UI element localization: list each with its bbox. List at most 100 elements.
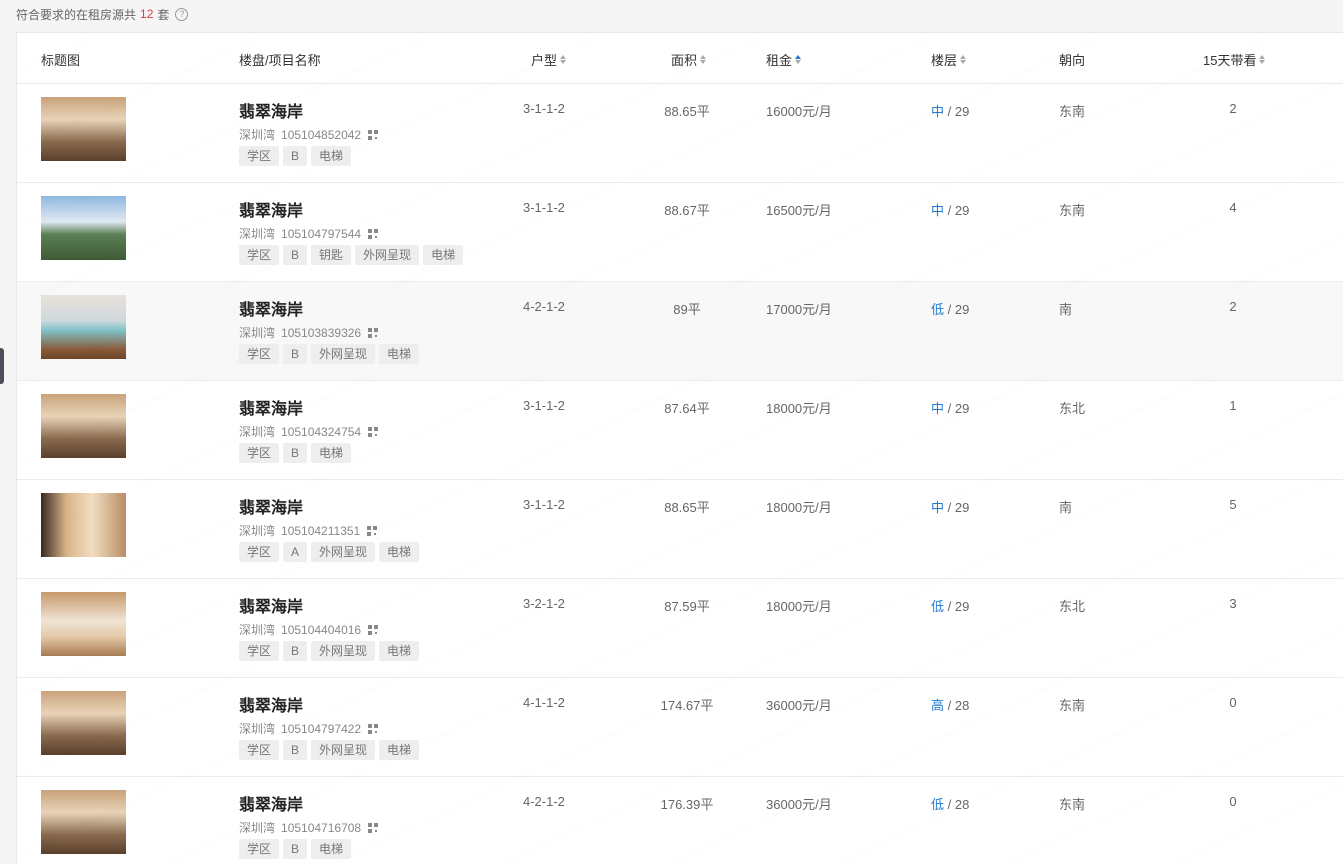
area-cell: 89平 <box>673 302 701 317</box>
floor-cell: 低 / 28 <box>931 794 969 813</box>
layout-cell: 3-2-1-2 <box>523 596 565 611</box>
question-circle-icon[interactable]: ? <box>175 7 189 21</box>
tag: 钥匙 <box>311 245 352 265</box>
listing-meta: 深圳湾 105104797422 <box>239 720 379 737</box>
orientation-cell: 南 <box>1059 500 1073 515</box>
col-layout[interactable]: 户型 <box>531 50 567 69</box>
table-row[interactable]: 翡翠海岸 深圳湾 105104716708 学区 B 电梯 4-2-1-2 176.39平 36… <box>17 777 1343 864</box>
table-row[interactable]: 翡翠海岸 深圳湾 105104797544 学区 B 钥匙 外网呈现 电梯 3-1-1-2 88.… <box>17 183 1343 282</box>
tag: B <box>283 641 308 661</box>
listing-thumbnail[interactable] <box>41 394 126 458</box>
table-row[interactable]: 翡翠海岸 深圳湾 105104211351 学区 A 外网呈现 电梯 3-1-1-2 88.65… <box>17 480 1343 579</box>
qrcode-icon[interactable] <box>368 822 379 833</box>
listing-district: 深圳湾 <box>239 623 276 637</box>
tag: B <box>283 839 308 859</box>
floor-level: 中 <box>931 401 945 416</box>
views-cell: 0 <box>1229 794 1237 809</box>
col-floor[interactable]: 楼层 <box>931 50 967 69</box>
qrcode-icon[interactable] <box>368 624 379 635</box>
tag: B <box>283 245 308 265</box>
listing-thumbnail[interactable] <box>41 493 126 557</box>
qrcode-icon[interactable] <box>368 228 379 239</box>
qrcode-icon[interactable] <box>368 723 379 734</box>
qrcode-icon[interactable] <box>368 327 379 338</box>
sort-icon[interactable] <box>700 55 707 64</box>
rent-cell: 36000元/月 <box>766 797 832 812</box>
orientation-cell: 东南 <box>1059 203 1086 218</box>
area-cell: 88.65平 <box>664 500 710 515</box>
listing-meta: 深圳湾 105104797544 <box>239 225 379 242</box>
layout-cell: 4-1-1-2 <box>523 695 565 710</box>
listing-meta: 深圳湾 105104404016 <box>239 621 379 638</box>
tag: 外网呈现 <box>311 641 376 661</box>
listing-title[interactable]: 翡翠海岸 <box>239 98 303 122</box>
listing-title[interactable]: 翡翠海岸 <box>239 197 303 221</box>
tag: 学区 <box>239 245 280 265</box>
tag: B <box>283 443 308 463</box>
rent-cell: 17000元/月 <box>766 302 832 317</box>
rent-cell: 36000元/月 <box>766 698 832 713</box>
col-rent[interactable]: 租金 <box>766 50 802 69</box>
listing-meta: 深圳湾 105103839326 <box>239 324 379 341</box>
listing-code: 105104324754 <box>281 424 362 439</box>
listing-title[interactable]: 翡翠海岸 <box>239 494 303 518</box>
table-row[interactable]: 翡翠海岸 深圳湾 105104852042 学区 B 电梯 3-1-1-2 88.65平 160… <box>17 84 1343 183</box>
sort-icon[interactable] <box>1259 55 1266 64</box>
views-cell: 2 <box>1229 101 1237 116</box>
floor-level: 中 <box>931 203 945 218</box>
col-area[interactable]: 面积 <box>671 50 707 69</box>
table-row[interactable]: 翡翠海岸 深圳湾 105104324754 学区 B 电梯 3-1-1-2 87.64平 180… <box>17 381 1343 480</box>
listing-district: 深圳湾 <box>239 524 276 538</box>
listing-title[interactable]: 翡翠海岸 <box>239 395 303 419</box>
tag: 电梯 <box>311 839 352 859</box>
listing-thumbnail[interactable] <box>41 97 126 161</box>
listing-thumbnail[interactable] <box>41 790 126 854</box>
orientation-cell: 东南 <box>1059 797 1086 812</box>
listing-code: 105104716708 <box>281 820 362 835</box>
sort-icon[interactable] <box>560 55 567 64</box>
sort-icon[interactable] <box>960 55 967 64</box>
listing-tags: 学区 B 电梯 <box>239 443 355 463</box>
col-views[interactable]: 15天带看 <box>1203 50 1266 69</box>
orientation-cell: 南 <box>1059 302 1073 317</box>
floor-cell: 中 / 29 <box>931 200 969 219</box>
side-collapse-handle[interactable] <box>0 348 4 384</box>
tag: 外网呈现 <box>311 344 376 364</box>
floor-total: / 29 <box>947 401 970 416</box>
table-row[interactable]: 翡翠海岸 深圳湾 105104404016 学区 B 外网呈现 电梯 3-2-1-2 87.59… <box>17 579 1343 678</box>
floor-level: 低 <box>931 302 945 317</box>
floor-total: / 29 <box>947 302 970 317</box>
tag: 学区 <box>239 344 280 364</box>
listing-tags: 学区 A 外网呈现 电梯 <box>239 542 423 562</box>
rent-cell: 16000元/月 <box>766 104 832 119</box>
floor-total: / 29 <box>947 203 970 218</box>
listing-title[interactable]: 翡翠海岸 <box>239 791 303 815</box>
qrcode-icon[interactable] <box>368 129 379 140</box>
qrcode-icon[interactable] <box>368 426 379 437</box>
listing-tags: 学区 B 外网呈现 电梯 <box>239 641 423 661</box>
floor-total: / 29 <box>947 104 970 119</box>
listing-tags: 学区 B 电梯 <box>239 146 355 166</box>
qrcode-icon[interactable] <box>367 525 378 536</box>
area-cell: 176.39平 <box>660 797 714 812</box>
table-row[interactable]: 翡翠海岸 深圳湾 105104797422 学区 B 外网呈现 电梯 4-1-1-2 174.6… <box>17 678 1343 777</box>
layout-cell: 3-1-1-2 <box>523 398 565 413</box>
col-orientation: 朝向 <box>1059 53 1086 68</box>
listing-title[interactable]: 翡翠海岸 <box>239 593 303 617</box>
result-summary: 符合要求的在租房源共 12 套 ? <box>16 6 189 22</box>
listing-thumbnail[interactable] <box>41 196 126 260</box>
sort-asc-icon[interactable] <box>795 55 802 64</box>
listing-thumbnail[interactable] <box>41 691 126 755</box>
tag: 学区 <box>239 443 280 463</box>
floor-cell: 中 / 29 <box>931 101 969 120</box>
orientation-cell: 东北 <box>1059 401 1086 416</box>
listing-thumbnail[interactable] <box>41 592 126 656</box>
tag: 学区 <box>239 641 280 661</box>
summary-suffix: 套 <box>157 7 170 22</box>
listing-thumbnail[interactable] <box>41 295 126 359</box>
table-row[interactable]: 翡翠海岸 深圳湾 105103839326 学区 B 外网呈现 电梯 4-2-1-2 89平 17… <box>17 282 1343 381</box>
listing-title[interactable]: 翡翠海岸 <box>239 296 303 320</box>
tag: B <box>283 740 308 760</box>
listing-title[interactable]: 翡翠海岸 <box>239 692 303 716</box>
tag: 学区 <box>239 839 280 859</box>
